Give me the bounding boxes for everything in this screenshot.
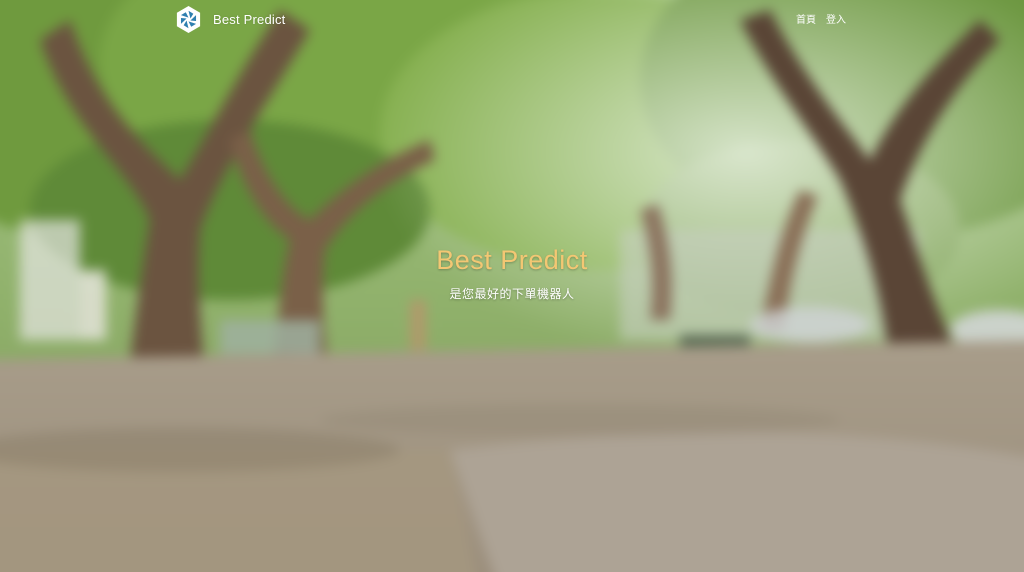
nav-link-login[interactable]: 登入 xyxy=(826,11,846,26)
top-navbar: Best Predict 首頁 登入 xyxy=(0,0,1024,38)
brand-name: Best Predict xyxy=(213,11,286,27)
main-nav: 首頁 登入 xyxy=(796,11,846,26)
hero-subtitle: 是您最好的下單機器人 xyxy=(449,287,575,301)
nav-link-home[interactable]: 首頁 xyxy=(796,11,816,26)
hero-title: Best Predict xyxy=(436,245,588,275)
brand-home-link[interactable]: Best Predict xyxy=(174,4,286,34)
aperture-hexagon-logo-icon xyxy=(176,5,201,33)
hero-section: Best Predict 首頁 登入 Best Predict 是您最好的下單機… xyxy=(0,0,1024,572)
